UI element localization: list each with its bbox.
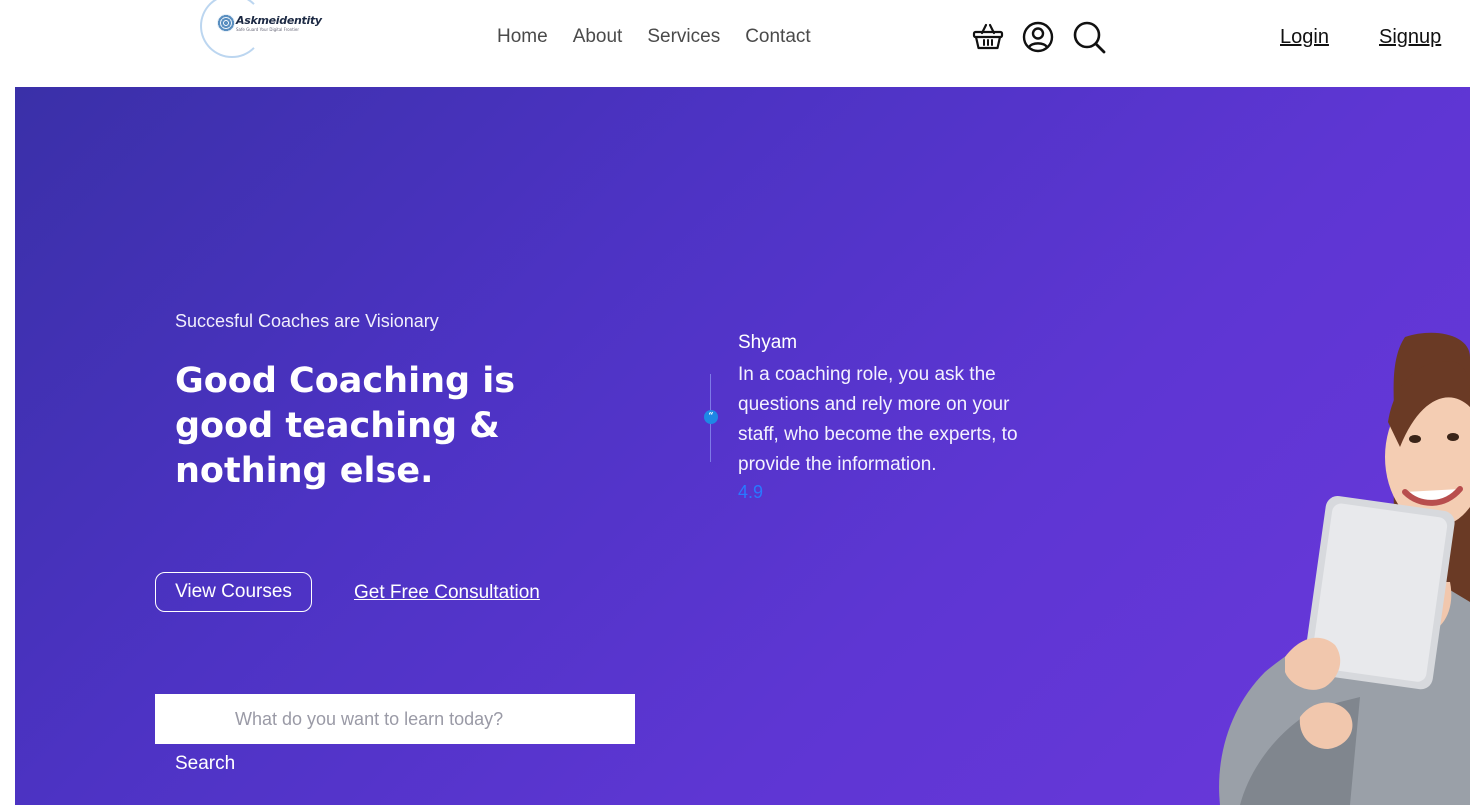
nav-about[interactable]: About bbox=[573, 26, 623, 48]
brand-logo[interactable]: Askmeidentity Safe Guard Your Digital Fr… bbox=[200, 0, 330, 60]
hero-headline: Good Coaching is good teaching & nothing… bbox=[175, 361, 516, 491]
hero-eyebrow: Succesful Coaches are Visionary bbox=[175, 311, 439, 331]
login-link[interactable]: Login bbox=[1280, 26, 1329, 49]
nav-services[interactable]: Services bbox=[647, 26, 720, 48]
nav-contact[interactable]: Contact bbox=[745, 26, 810, 48]
nav-home[interactable]: Home bbox=[497, 26, 548, 48]
main-nav: Home About Services Contact bbox=[497, 26, 836, 48]
search-box bbox=[155, 694, 635, 744]
search-icon[interactable] bbox=[1072, 19, 1106, 55]
woman-with-laptop-image bbox=[1219, 332, 1470, 805]
fingerprint-icon bbox=[217, 14, 235, 32]
user-icon[interactable] bbox=[1021, 19, 1055, 55]
view-courses-button[interactable]: View Courses bbox=[155, 572, 312, 612]
brand-tagline: Safe Guard Your Digital Frontier bbox=[236, 27, 299, 32]
brand-name: Askmeidentity bbox=[236, 14, 322, 27]
testimonial-quote: In a coaching role, you ask the question… bbox=[738, 364, 1018, 475]
search-input[interactable] bbox=[155, 694, 635, 744]
testimonial-rating: 4.9 bbox=[738, 482, 764, 502]
hero-section: Succesful Coaches are Visionary Good Coa… bbox=[15, 87, 1470, 805]
signup-link[interactable]: Signup bbox=[1379, 26, 1441, 49]
quote-icon: “ bbox=[704, 410, 718, 424]
free-consultation-link[interactable]: Get Free Consultation bbox=[354, 582, 540, 604]
basket-icon[interactable] bbox=[971, 19, 1005, 55]
search-button[interactable]: Search bbox=[175, 753, 235, 775]
testimonial-name: Shyam bbox=[738, 332, 798, 353]
site-header: Askmeidentity Safe Guard Your Digital Fr… bbox=[0, 0, 1470, 87]
